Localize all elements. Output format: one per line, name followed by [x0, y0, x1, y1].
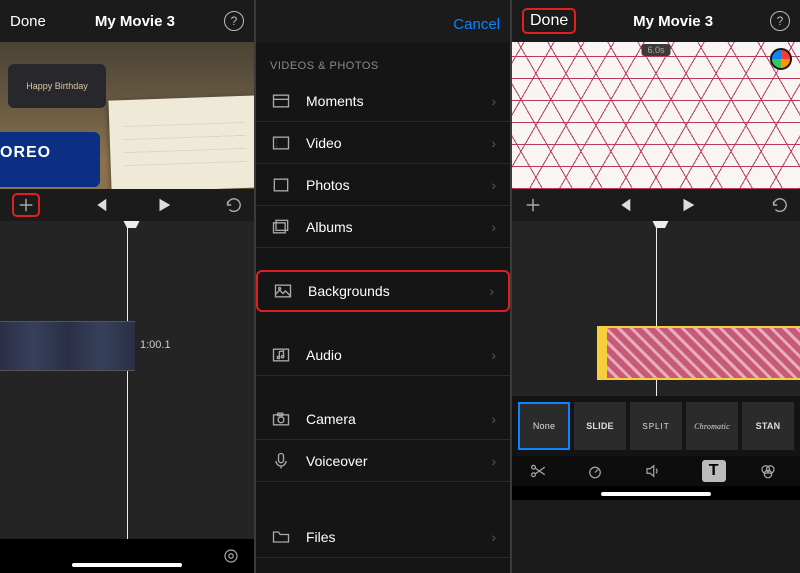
files-icon — [270, 527, 292, 547]
chevron-right-icon: › — [491, 529, 496, 545]
video-preview[interactable]: 6.0s — [512, 42, 800, 189]
done-label: Done — [530, 12, 568, 29]
editor-panel-right: Done My Movie 3 ? 6.0s — [512, 0, 800, 573]
filters-icon[interactable] — [759, 462, 783, 480]
row-label: Backgrounds — [308, 283, 475, 299]
effect-label: Chromatic — [694, 422, 730, 431]
media-source-list: Moments › Video › Photos › Albums › Back… — [256, 80, 510, 558]
home-indicator — [72, 563, 182, 567]
albums-icon — [270, 217, 292, 237]
audio-icon — [270, 345, 292, 365]
chevron-right-icon: › — [491, 219, 496, 235]
chevron-right-icon: › — [491, 411, 496, 427]
timeline[interactable]: 1:00.1 — [0, 221, 254, 539]
help-icon[interactable]: ? — [224, 11, 244, 31]
video-preview[interactable]: Happy Birthday — [0, 42, 254, 189]
backgrounds-icon — [272, 281, 294, 301]
row-audio[interactable]: Audio › — [256, 334, 510, 376]
effect-split[interactable]: SPLIT — [630, 402, 682, 450]
media-picker-panel: Cancel VIDEOS & PHOTOS Moments › Video ›… — [256, 0, 510, 573]
chevron-right-icon: › — [491, 177, 496, 193]
play-button[interactable] — [155, 196, 173, 214]
row-voiceover[interactable]: Voiceover › — [256, 440, 510, 482]
row-label: Audio — [306, 347, 477, 363]
home-indicator — [601, 492, 711, 496]
title-style-strip: None SLIDE SPLIT Chromatic STAN — [512, 396, 800, 456]
row-label: Camera — [306, 411, 477, 427]
camera-icon — [270, 409, 292, 429]
clip-handle[interactable] — [597, 326, 607, 380]
row-files[interactable]: Files › — [256, 516, 510, 558]
cancel-button[interactable]: Cancel — [453, 16, 500, 33]
chevron-right-icon: › — [491, 93, 496, 109]
effect-stan[interactable]: STAN — [742, 402, 794, 450]
row-label: Albums — [306, 219, 477, 235]
clip-duration-pill: 6.0s — [641, 44, 670, 56]
row-moments[interactable]: Moments › — [256, 80, 510, 122]
done-button[interactable]: Done — [522, 8, 576, 34]
chevron-right-icon: › — [491, 347, 496, 363]
speed-icon[interactable] — [586, 462, 610, 480]
background-pattern — [512, 42, 800, 189]
transport-bar — [0, 189, 254, 221]
video-icon — [270, 133, 292, 153]
play-button[interactable] — [679, 196, 697, 214]
moments-icon — [270, 91, 292, 111]
prev-frame-button[interactable] — [91, 196, 109, 214]
project-title: My Movie 3 — [95, 13, 175, 30]
undo-button[interactable] — [224, 196, 242, 214]
header: Done My Movie 3 ? — [0, 0, 254, 42]
add-media-button[interactable] — [12, 193, 40, 217]
effect-chromatic[interactable]: Chromatic — [686, 402, 738, 450]
photos-icon — [270, 175, 292, 195]
chevron-right-icon: › — [489, 283, 494, 299]
chevron-right-icon: › — [491, 135, 496, 151]
preview-photo-card: Happy Birthday — [8, 64, 106, 108]
row-backgrounds[interactable]: Backgrounds › — [256, 270, 510, 312]
preview-photo-note — [108, 95, 254, 189]
help-icon[interactable]: ? — [770, 11, 790, 31]
effect-label: STAN — [756, 421, 781, 431]
row-video[interactable]: Video › — [256, 122, 510, 164]
row-label: Photos — [306, 177, 477, 193]
row-label: Video — [306, 135, 477, 151]
section-header: VIDEOS & PHOTOS — [256, 42, 510, 80]
effect-label: SPLIT — [642, 422, 669, 431]
transport-bar — [512, 189, 800, 221]
row-label: Files — [306, 529, 477, 545]
voiceover-icon — [270, 451, 292, 471]
row-albums[interactable]: Albums › — [256, 206, 510, 248]
editor-panel-left: Done My Movie 3 ? Happy Birthday 1:00.1 — [0, 0, 254, 573]
color-picker-button[interactable] — [770, 48, 792, 70]
effect-label: None — [533, 421, 555, 431]
done-button[interactable]: Done — [10, 13, 46, 30]
timeline-clip[interactable] — [607, 326, 800, 380]
chevron-right-icon: › — [491, 453, 496, 469]
add-media-button[interactable] — [524, 196, 542, 214]
row-label: Voiceover — [306, 453, 477, 469]
header: Done My Movie 3 ? — [512, 0, 800, 42]
clip-duration-label: 1:00.1 — [140, 339, 171, 351]
text-icon[interactable]: T — [702, 460, 726, 482]
bottom-bar — [0, 539, 254, 573]
timeline[interactable] — [512, 221, 800, 396]
effect-slide[interactable]: SLIDE — [574, 402, 626, 450]
effect-none[interactable]: None — [518, 402, 570, 450]
header: Cancel — [256, 0, 510, 42]
row-photos[interactable]: Photos › — [256, 164, 510, 206]
undo-button[interactable] — [770, 196, 788, 214]
timeline-clip[interactable] — [0, 321, 135, 371]
preview-photo-oreo — [0, 132, 100, 187]
volume-icon[interactable] — [644, 462, 668, 480]
effect-label: SLIDE — [586, 421, 614, 431]
row-label: Moments — [306, 93, 477, 109]
project-title: My Movie 3 — [633, 13, 713, 30]
scissors-icon[interactable] — [529, 462, 553, 480]
edit-tools-bar: T — [512, 456, 800, 486]
settings-gear-icon[interactable] — [222, 547, 240, 565]
row-camera[interactable]: Camera › — [256, 398, 510, 440]
playhead[interactable] — [127, 221, 128, 539]
prev-frame-button[interactable] — [615, 196, 633, 214]
